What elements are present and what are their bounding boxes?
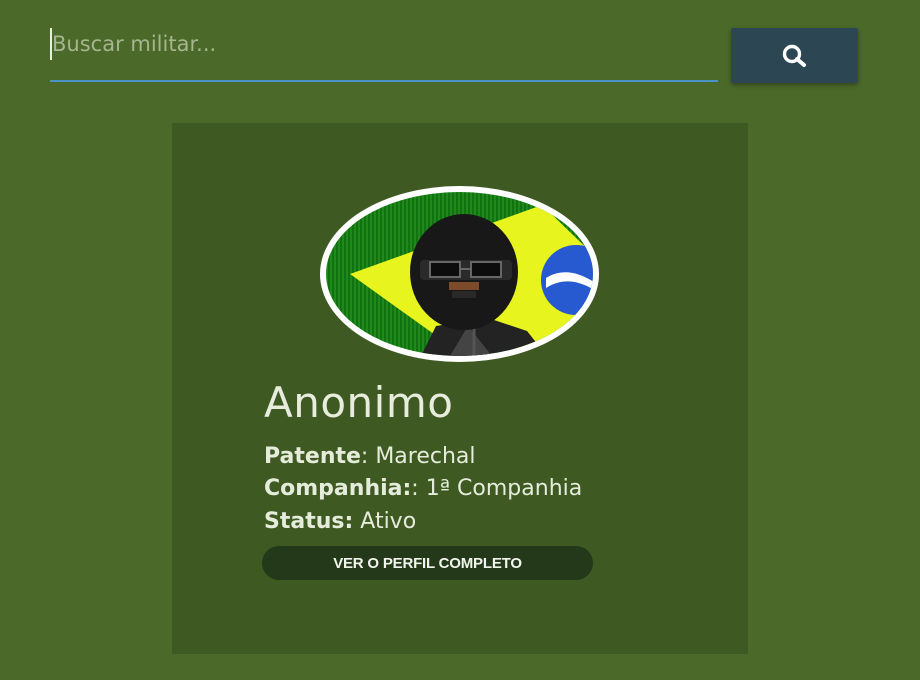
search-bar <box>50 22 718 84</box>
profile-name: Anonimo <box>264 378 454 427</box>
rank-value: : Marechal <box>360 444 476 469</box>
search-input[interactable] <box>50 22 718 82</box>
rank-label: Patente <box>264 444 361 469</box>
text-cursor <box>50 28 52 60</box>
status-value: Ativo <box>353 509 417 534</box>
avatar <box>320 186 599 362</box>
rank-line: Patente: Marechal <box>264 444 476 469</box>
company-line: Companhia:: 1ª Companhia <box>264 476 582 501</box>
view-full-profile-button[interactable]: VER O PERFIL COMPLETO <box>262 546 593 580</box>
status-line: Status: Ativo <box>264 509 416 534</box>
status-label: Status: <box>264 509 354 534</box>
search-button[interactable] <box>731 28 858 83</box>
company-value: : 1ª Companhia <box>411 476 583 501</box>
military-avatar-icon <box>326 192 593 356</box>
company-label: Companhia: <box>264 476 412 501</box>
search-icon <box>782 44 806 67</box>
profile-card: Anonimo Patente: Marechal Companhia:: 1ª… <box>172 123 748 654</box>
